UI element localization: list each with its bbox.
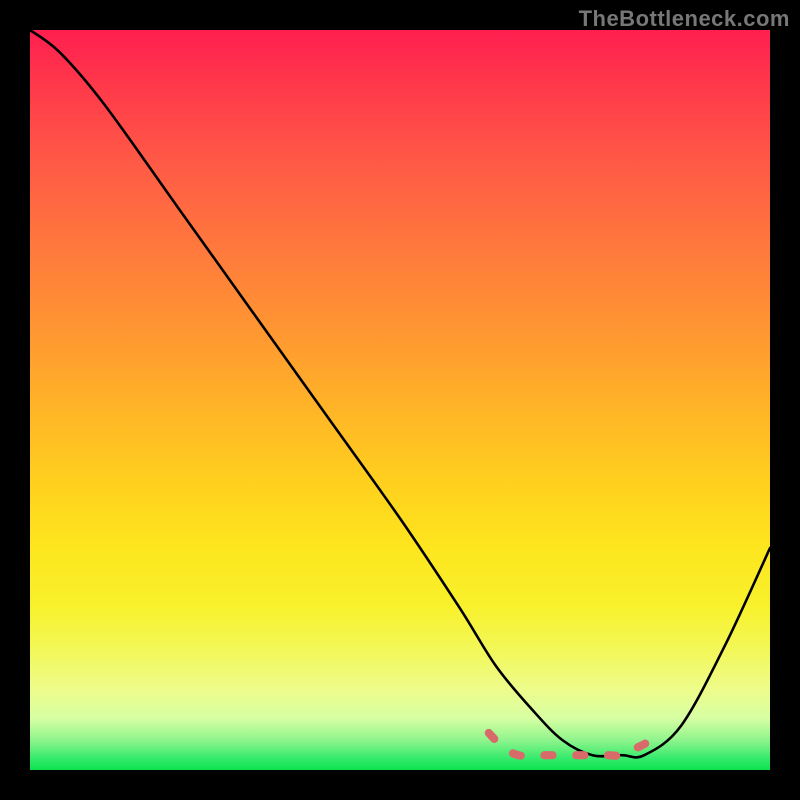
chart-container: TheBottleneck.com	[0, 0, 800, 800]
bottleneck-curve	[30, 30, 770, 757]
plot-area	[30, 30, 770, 770]
watermark-text: TheBottleneck.com	[579, 6, 790, 32]
curve-svg	[30, 30, 770, 770]
